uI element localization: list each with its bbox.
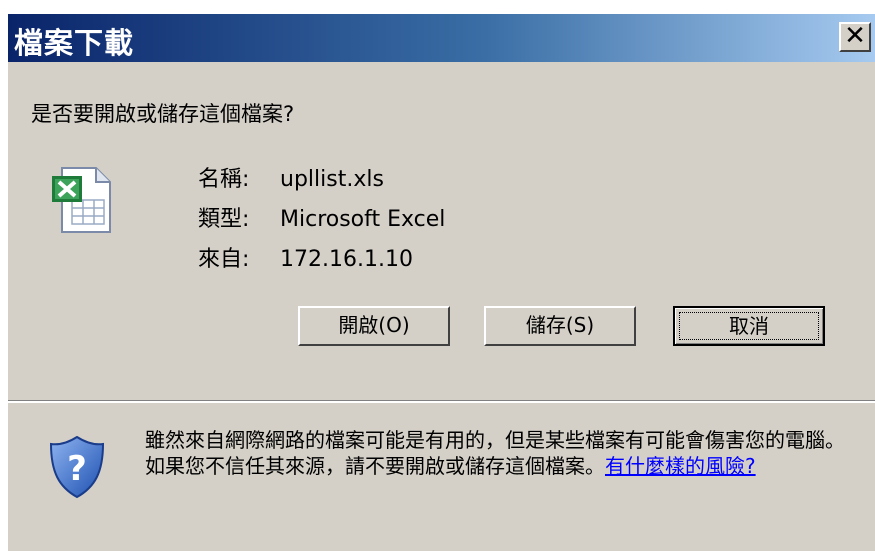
- background-document-strip: [0, 0, 875, 14]
- file-name-row: 名稱: upllist.xls: [198, 161, 384, 193]
- file-download-dialog: 檔案下載 ✕ 是否要開啟或儲存這個檔案? 名稱: upllist.xls 類型: M…: [8, 14, 875, 551]
- dialog-title: 檔案下載: [14, 26, 135, 60]
- open-button[interactable]: 開啟(O): [298, 306, 450, 346]
- file-source-label: 來自:: [198, 247, 250, 272]
- shield-question-icon: ?: [48, 434, 106, 500]
- file-name-label: 名稱:: [198, 167, 250, 192]
- prompt-question: 是否要開啟或儲存這個檔案?: [31, 102, 295, 126]
- file-source-row: 來自: 172.16.1.10: [198, 241, 413, 273]
- separator: [8, 400, 875, 403]
- cancel-button[interactable]: 取消: [673, 306, 825, 346]
- save-button[interactable]: 儲存(S): [484, 306, 636, 346]
- svg-text:?: ?: [67, 449, 87, 489]
- file-type-row: 類型: Microsoft Excel: [198, 201, 445, 233]
- title-bar[interactable]: 檔案下載 ✕: [8, 14, 875, 62]
- close-button[interactable]: ✕: [839, 22, 871, 52]
- file-source-value: 172.16.1.10: [280, 247, 413, 272]
- close-icon: ✕: [844, 21, 866, 51]
- file-name-value: upllist.xls: [280, 167, 384, 192]
- file-type-value: Microsoft Excel: [280, 207, 446, 232]
- cancel-button-label: 取消: [679, 312, 819, 340]
- file-type-label: 類型:: [198, 207, 250, 232]
- risk-info-link[interactable]: 有什麼樣的風險?: [605, 454, 756, 478]
- security-warning: 雖然來自網際網路的檔案可能是有用的，但是某些檔案有可能會傷害您的電腦。如果您不信…: [145, 427, 845, 479]
- excel-file-icon: [48, 164, 118, 236]
